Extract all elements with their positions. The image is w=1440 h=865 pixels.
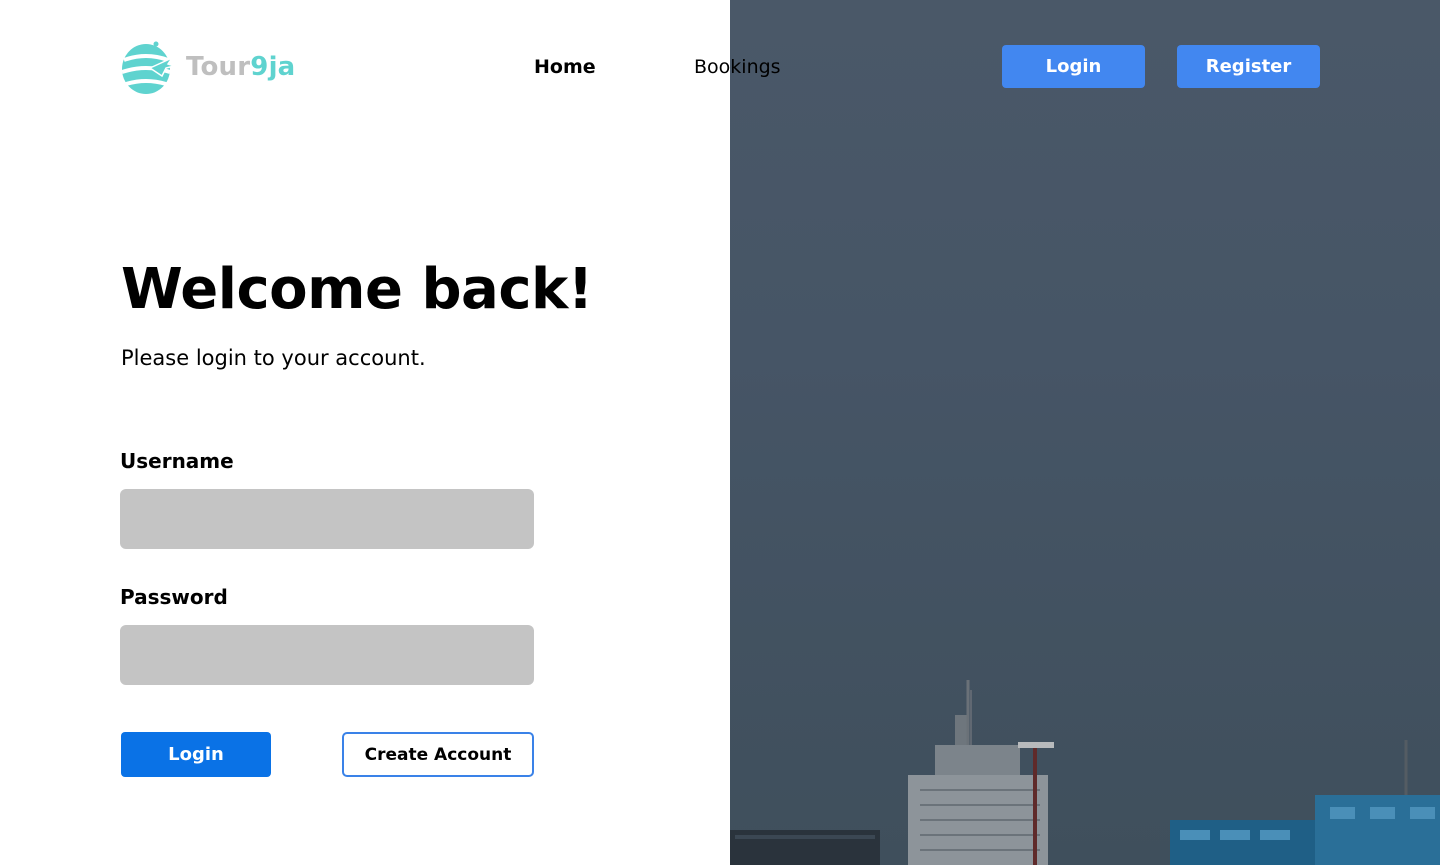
login-button[interactable]: Login — [121, 732, 271, 777]
page-subtitle: Please login to your account. — [121, 346, 426, 370]
nav-home-link[interactable]: Home — [534, 55, 596, 79]
globe-plane-icon — [121, 41, 176, 94]
create-account-button[interactable]: Create Account — [342, 732, 534, 777]
username-label: Username — [120, 449, 234, 473]
brand-name-part1: Tour — [186, 52, 251, 82]
username-input[interactable] — [120, 489, 534, 549]
skyline-illustration — [730, 680, 1440, 865]
password-input[interactable] — [120, 625, 534, 685]
header-login-button[interactable]: Login — [1002, 45, 1145, 88]
nav-bookings-link[interactable]: Bookings — [694, 55, 781, 79]
brand-logo[interactable]: Tour9ja — [120, 38, 295, 96]
header-register-button[interactable]: Register — [1177, 45, 1320, 88]
brand-name: Tour9ja — [186, 52, 295, 82]
page-title: Welcome back! — [121, 257, 593, 322]
brand-name-part2: 9ja — [250, 52, 296, 82]
password-label: Password — [120, 585, 228, 609]
city-skyline-photo — [730, 0, 1440, 865]
